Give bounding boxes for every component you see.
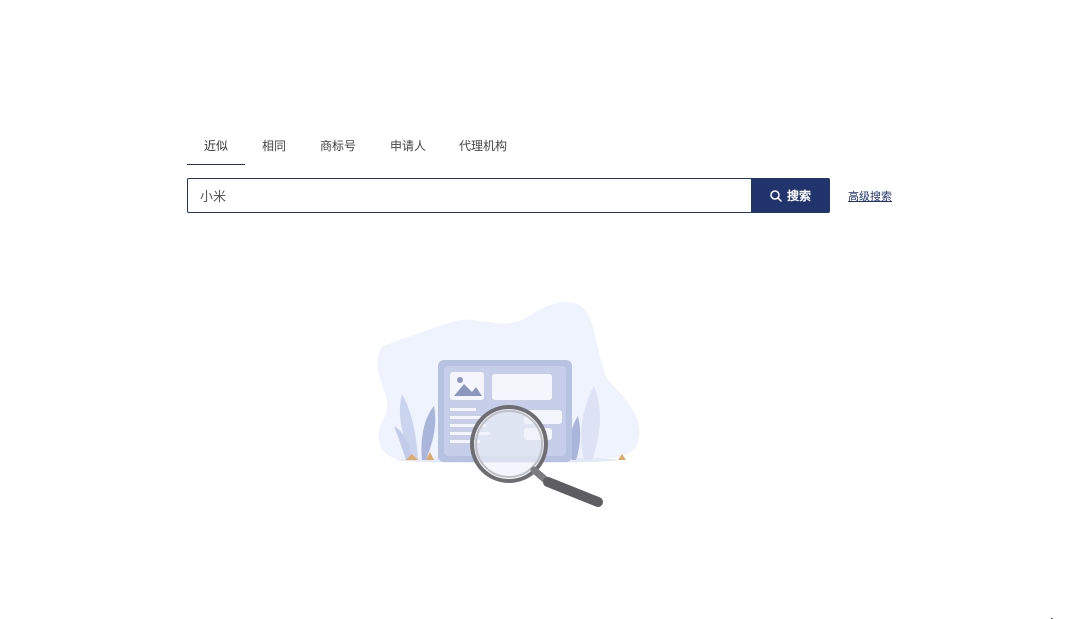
tab-label: 相同 [261, 139, 286, 153]
page: 近似 相同 商标号 申请人 代理机构 搜索 [0, 0, 1080, 619]
mouse-cursor-icon [1050, 611, 1059, 619]
tab-label: 代理机构 [458, 139, 507, 153]
tab-trademark-number[interactable]: 商标号 [303, 133, 373, 165]
tab-identical[interactable]: 相同 [245, 133, 303, 165]
tab-agency[interactable]: 代理机构 [443, 133, 523, 165]
empty-search-illustration [372, 298, 644, 510]
tab-similar[interactable]: 近似 [187, 133, 245, 165]
search-button[interactable]: 搜索 [751, 178, 830, 213]
search-icon [770, 189, 782, 202]
tab-applicant[interactable]: 申请人 [373, 133, 443, 165]
advanced-search-link[interactable]: 高级搜索 [848, 188, 892, 204]
tab-label: 商标号 [319, 139, 356, 153]
tab-label: 申请人 [389, 139, 426, 153]
search-row: 搜索 高级搜索 [187, 178, 892, 213]
search-type-tabs: 近似 相同 商标号 申请人 代理机构 [187, 133, 523, 165]
search-box: 搜索 [187, 178, 830, 213]
search-button-label: 搜索 [786, 189, 811, 203]
search-input[interactable] [187, 178, 751, 213]
tab-label: 近似 [203, 139, 228, 153]
